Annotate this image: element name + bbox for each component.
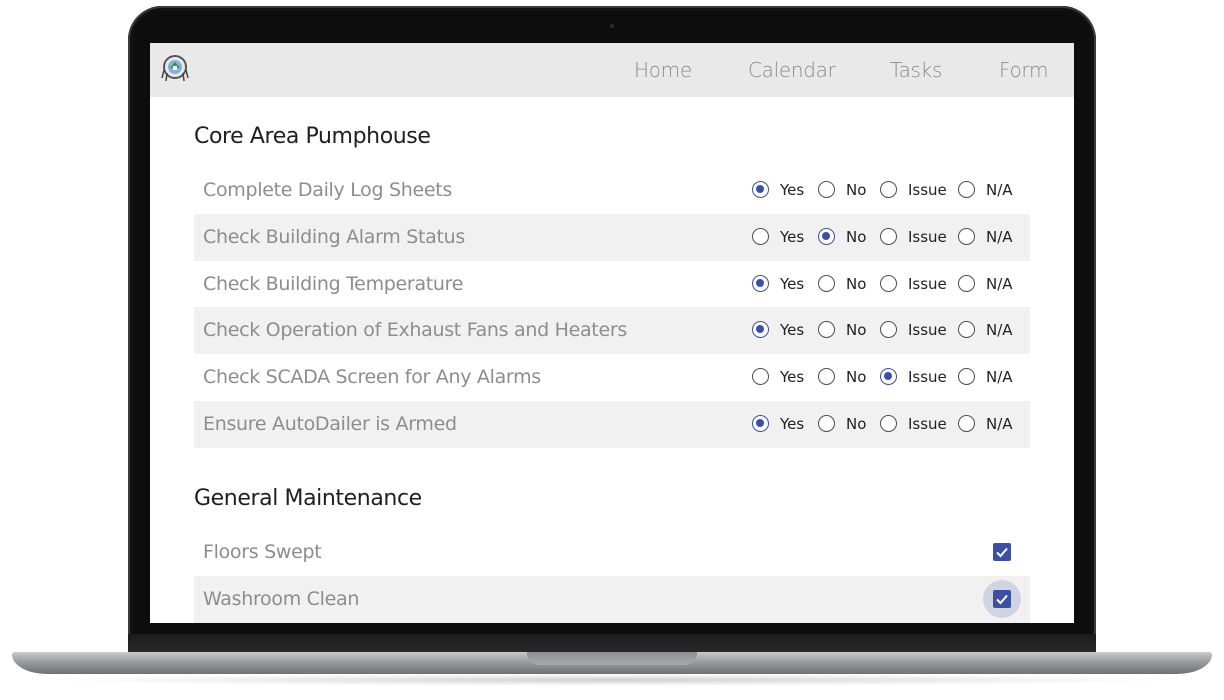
- section-title: Core Area Pumphouse: [194, 124, 431, 149]
- radio-button[interactable]: [818, 415, 835, 432]
- radio-option-label: N/A: [986, 181, 1013, 199]
- radio-option-label: Issue: [908, 181, 947, 199]
- radio-button[interactable]: [818, 368, 835, 386]
- nav-calendar[interactable]: Calendar: [748, 58, 836, 82]
- radio-button[interactable]: [818, 321, 835, 339]
- radio-button[interactable]: [818, 181, 835, 198]
- radio-button[interactable]: [818, 227, 835, 245]
- checklist-row: Complete Daily Log Sheets Yes No Issue N/A: [194, 167, 1030, 214]
- checklist-row: Floors Swept: [194, 529, 1030, 576]
- checkbox[interactable]: [993, 590, 1011, 608]
- section-title: General Maintenance: [194, 486, 422, 511]
- checklist-row: Check Operation of Exhaust Fans and Heat…: [194, 307, 1030, 355]
- radio-option-label: No: [846, 321, 867, 340]
- radio-button[interactable]: [752, 368, 769, 386]
- radio-button[interactable]: [880, 274, 897, 292]
- radio-option-label: No: [846, 415, 867, 433]
- top-navbar: Home Calendar Tasks Form: [150, 43, 1074, 97]
- checklist-row: Check Building Alarm Status Yes No Issue N/A: [194, 213, 1030, 261]
- radio-button[interactable]: [880, 181, 897, 198]
- checkmark-icon: [996, 547, 1008, 558]
- checkbox[interactable]: [993, 543, 1011, 561]
- checklist-item-label: Washroom Clean: [203, 588, 360, 610]
- laptop-shadow: [40, 674, 1184, 686]
- radio-option-label: N/A: [986, 227, 1013, 246]
- radio-option-label: Yes: [780, 415, 805, 433]
- radio-button[interactable]: [958, 321, 975, 339]
- checklist-row: Washroom Clean: [194, 576, 1030, 623]
- radio-option-label: Yes: [780, 181, 805, 199]
- radio-button[interactable]: [880, 415, 897, 432]
- radio-option-label: Issue: [908, 274, 947, 293]
- radio-button[interactable]: [752, 321, 769, 339]
- checklist-row: Ensure AutoDailer is Armed Yes No Issue N/A: [194, 401, 1030, 448]
- checklist-row: Check Building Temperature Yes No Issue N/A: [194, 261, 1030, 308]
- radio-button[interactable]: [880, 321, 897, 339]
- checklist-item-label: Check Building Alarm Status: [203, 225, 465, 248]
- radio-button[interactable]: [752, 227, 769, 245]
- checklist-row: Check SCADA Screen for Any Alarms Yes No Is…: [194, 354, 1030, 401]
- radio-option-label: N/A: [986, 415, 1013, 433]
- radio-option-label: N/A: [986, 321, 1013, 340]
- laptop-notch: [527, 652, 697, 665]
- radio-button[interactable]: [958, 181, 975, 198]
- checklist-item-label: Check Building Temperature: [203, 272, 464, 295]
- radio-button[interactable]: [958, 227, 975, 245]
- radio-button[interactable]: [818, 274, 835, 292]
- radio-option-label: No: [846, 227, 867, 246]
- radio-option-label: No: [846, 368, 867, 387]
- radio-option-label: Yes: [780, 274, 805, 293]
- radio-option-label: N/A: [986, 274, 1013, 293]
- radio-button[interactable]: [752, 415, 769, 432]
- radio-option-label: Yes: [780, 227, 805, 246]
- radio-button[interactable]: [752, 274, 769, 292]
- checklist-item-label: Complete Daily Log Sheets: [203, 179, 453, 201]
- nav-tasks[interactable]: Tasks: [890, 58, 942, 82]
- radio-button[interactable]: [880, 227, 897, 245]
- radio-option-label: Yes: [780, 368, 805, 387]
- radio-option-label: Issue: [908, 368, 947, 387]
- laptop-hinge: [128, 634, 1096, 654]
- nav-home[interactable]: Home: [634, 58, 692, 82]
- nav-form[interactable]: Form: [999, 58, 1048, 82]
- radio-option-label: Issue: [908, 415, 947, 433]
- radio-button[interactable]: [958, 368, 975, 386]
- radio-button[interactable]: [958, 415, 975, 432]
- radio-option-label: Issue: [908, 227, 947, 246]
- radio-button[interactable]: [880, 368, 897, 386]
- radio-option-label: N/A: [986, 368, 1013, 387]
- checklist-item-label: Check SCADA Screen for Any Alarms: [203, 366, 541, 389]
- checklist-item-label: Ensure AutoDailer is Armed: [203, 413, 457, 435]
- radio-button[interactable]: [958, 274, 975, 292]
- logo-icon[interactable]: [159, 52, 191, 84]
- app-screen: Home Calendar Tasks Form Core Area Pumph…: [150, 43, 1074, 623]
- radio-option-label: Yes: [780, 321, 805, 340]
- radio-option-label: Issue: [908, 321, 947, 340]
- checkmark-icon: [996, 594, 1008, 605]
- checklist-item-label: Floors Swept: [203, 541, 322, 563]
- checklist-item-label: Check Operation of Exhaust Fans and Heat…: [203, 319, 627, 342]
- radio-button[interactable]: [752, 181, 769, 198]
- radio-option-label: No: [846, 181, 867, 199]
- radio-option-label: No: [846, 274, 867, 293]
- webcam: [610, 24, 614, 28]
